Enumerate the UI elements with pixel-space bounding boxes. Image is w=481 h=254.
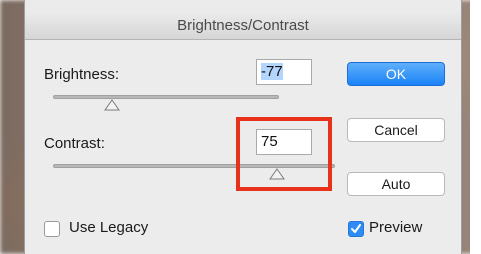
brightness-value: -77 xyxy=(261,63,283,80)
use-legacy-label: Use Legacy xyxy=(69,219,149,236)
brightness-input[interactable]: -77 xyxy=(256,59,312,85)
brightness-label: Brightness: xyxy=(44,66,120,83)
preview-label: Preview xyxy=(369,219,423,236)
dialog-title: Brightness/Contrast xyxy=(25,12,461,40)
use-legacy-checkbox[interactable] xyxy=(44,221,60,237)
page-margin xyxy=(470,0,481,254)
cancel-button[interactable]: Cancel xyxy=(347,118,445,142)
contrast-label: Contrast: xyxy=(44,135,105,152)
annotation-highlight-box xyxy=(236,117,332,191)
auto-button[interactable]: Auto xyxy=(347,172,445,196)
preview-checkbox[interactable] xyxy=(348,221,364,237)
dialog-top-edge xyxy=(25,0,461,12)
checkmark-icon xyxy=(351,224,361,233)
brightness-slider-thumb-icon[interactable] xyxy=(104,99,120,111)
brightness-slider[interactable] xyxy=(53,95,279,99)
ok-button[interactable]: OK xyxy=(347,62,445,86)
